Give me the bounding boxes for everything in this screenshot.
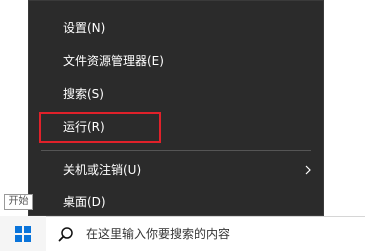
menu-item-file-explorer[interactable]: 文件资源管理器(E) xyxy=(29,46,323,76)
windows-logo-icon xyxy=(15,226,31,242)
search-placeholder: 在这里输入你要搜索的内容 xyxy=(86,227,231,241)
chevron-right-icon xyxy=(305,165,311,175)
menu-item-label: 运行(R) xyxy=(63,120,105,134)
menu-item-run[interactable]: 运行(R) xyxy=(29,112,323,142)
start-tooltip-label: 开始 xyxy=(8,196,29,207)
taskbar-search-bar[interactable]: 在这里输入你要搜索的内容 xyxy=(46,216,365,251)
menu-item-label: 文件资源管理器(E) xyxy=(63,54,164,68)
search-icon xyxy=(58,227,73,242)
menu-item-search[interactable]: 搜索(S) xyxy=(29,79,323,109)
start-tooltip: 开始 xyxy=(4,194,33,210)
start-button[interactable] xyxy=(0,216,46,251)
context-menu: 设置(N) 文件资源管理器(E) 搜索(S) 运行(R) 关机或注销(U) 桌面… xyxy=(28,0,324,216)
menu-item-label: 设置(N) xyxy=(63,21,106,35)
menu-item-label: 关机或注销(U) xyxy=(63,163,142,177)
menu-item-settings[interactable]: 设置(N) xyxy=(29,13,323,43)
menu-item-shutdown[interactable]: 关机或注销(U) xyxy=(29,155,323,185)
menu-item-desktop[interactable]: 桌面(D) xyxy=(29,187,323,217)
menu-separator xyxy=(41,150,311,151)
menu-item-label: 桌面(D) xyxy=(63,195,106,209)
menu-item-label: 搜索(S) xyxy=(63,87,104,101)
